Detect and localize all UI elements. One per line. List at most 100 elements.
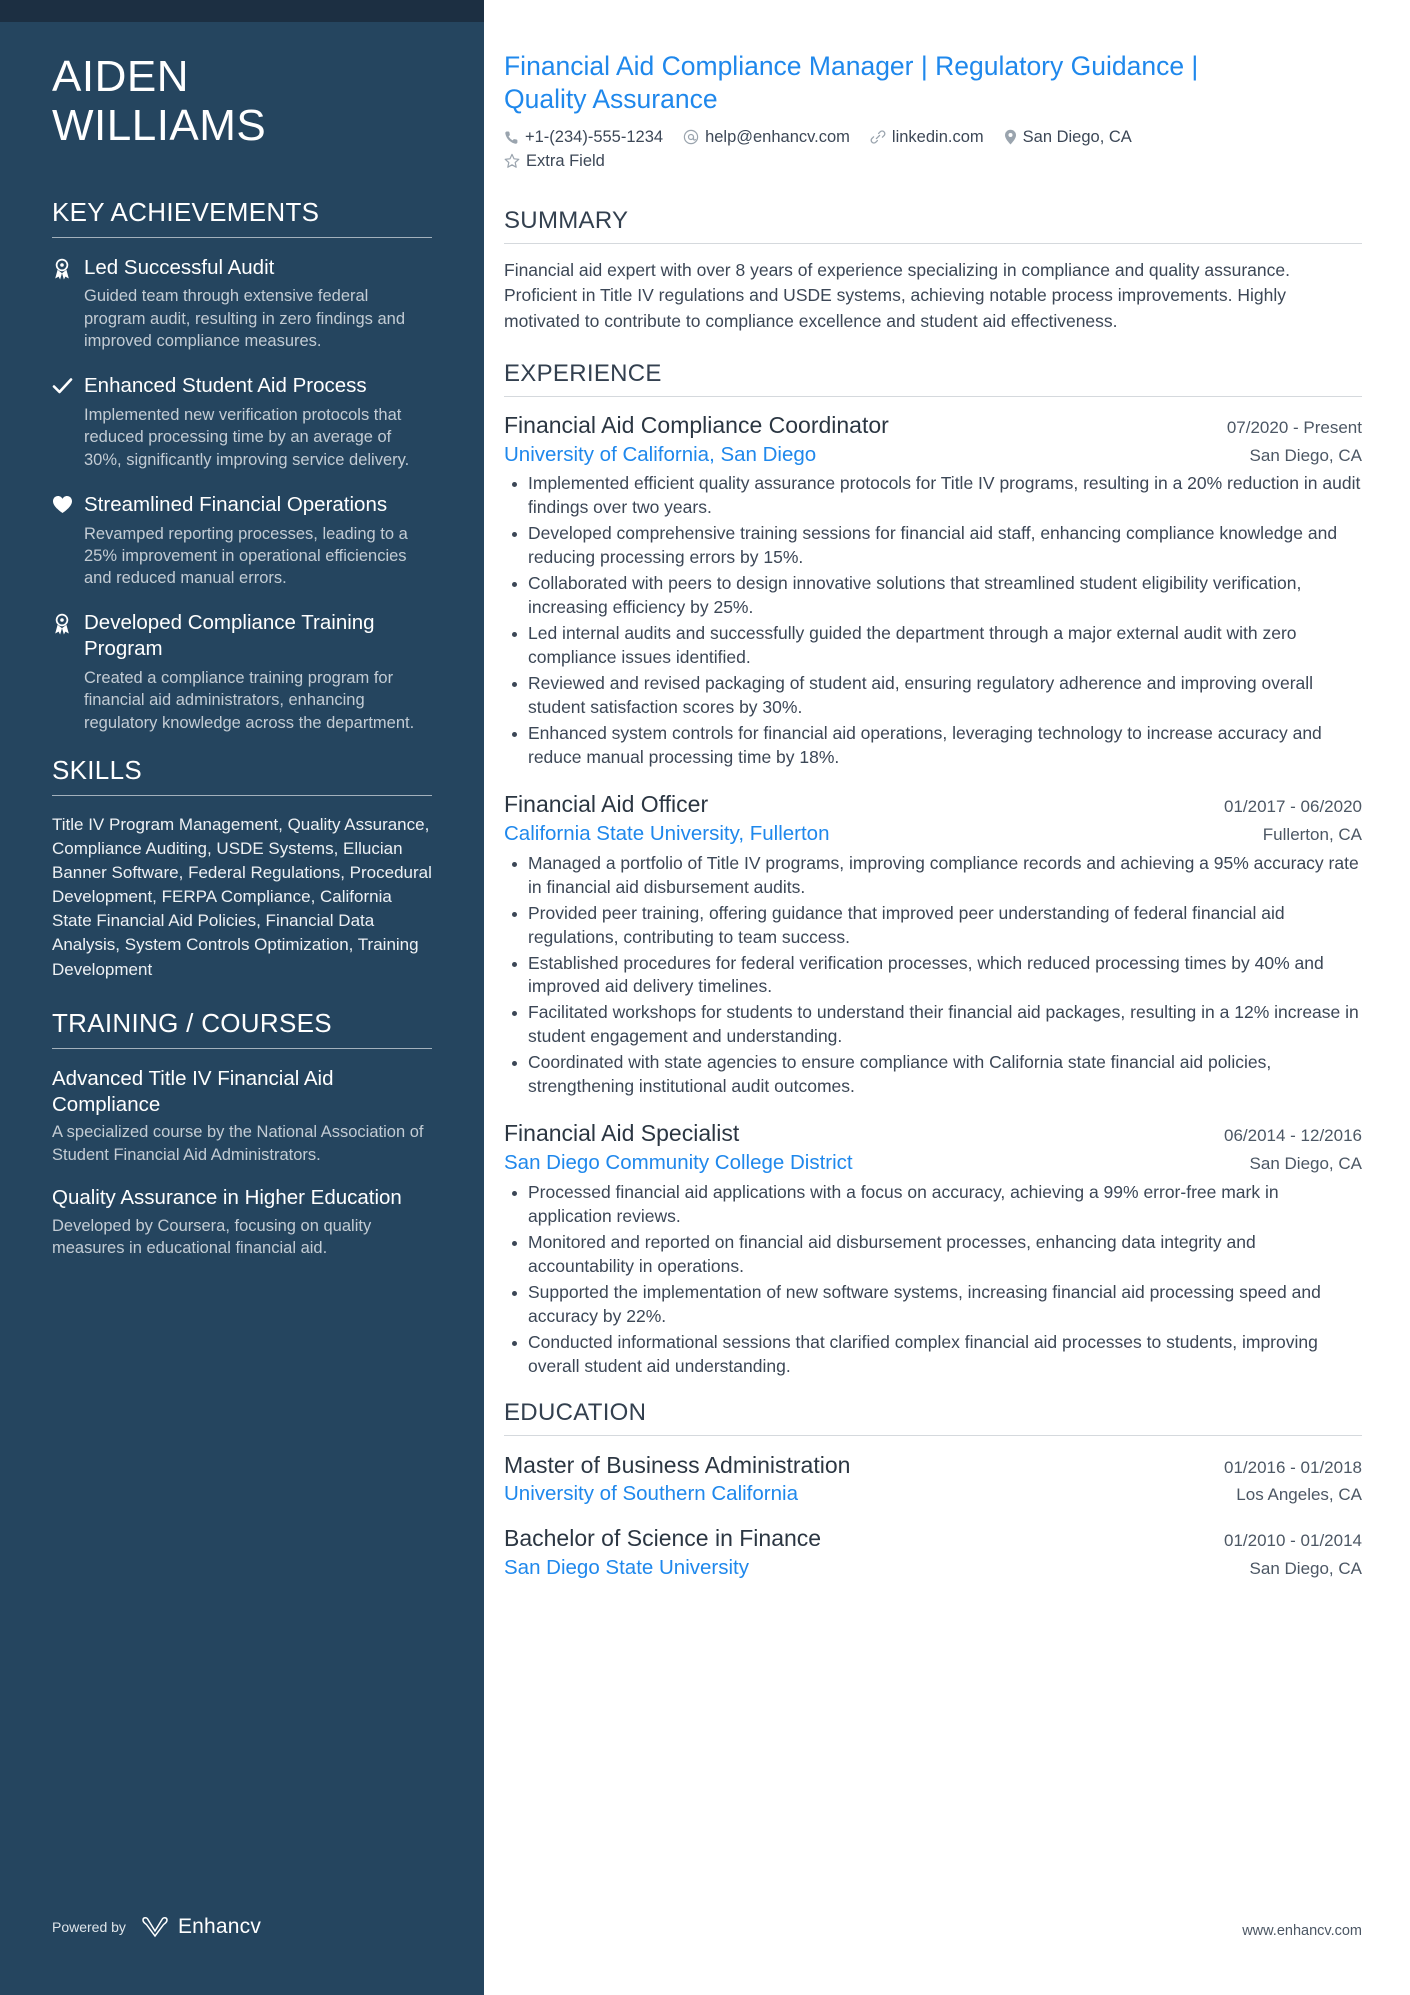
summary-heading: SUMMARY: [504, 206, 629, 234]
skills-list: Title IV Program Management, Quality Ass…: [52, 814, 432, 979]
divider: [504, 1434, 1362, 1436]
award-ribbon-icon: [52, 255, 84, 353]
summary-section: SUMMARY Financial aid expert with over 8…: [504, 207, 1362, 334]
course-description: A specialized course by the National Ass…: [52, 1123, 424, 1164]
sidebar-top-bar: [0, 0, 484, 22]
education-heading: EDUCATION: [504, 1398, 647, 1426]
job-title: Financial Aid Officer: [504, 791, 709, 818]
job-bullet: Implemented efficient quality assurance …: [504, 472, 1362, 520]
job-title: Financial Aid Compliance Coordinator: [504, 411, 889, 438]
achievement-item: Streamlined Financial Operations Revampe…: [52, 492, 432, 590]
summary-text: Financial aid expert with over 8 years o…: [504, 259, 1290, 331]
job-bullet: Conducted informational sessions that cl…: [504, 1331, 1362, 1379]
job-bullet: Collaborated with peers to design innova…: [504, 572, 1362, 620]
job-bullet: Facilitated workshops for students to un…: [504, 1001, 1362, 1049]
job-location: Fullerton, CA: [1262, 824, 1362, 844]
contact-location[interactable]: San Diego, CA: [1004, 128, 1132, 147]
education-date: 01/2016 - 01/2018: [1223, 1457, 1362, 1477]
contact-linkedin[interactable]: linkedin.com: [870, 128, 984, 147]
education-school[interactable]: San Diego State University: [504, 1554, 749, 1583]
divider: [504, 242, 1362, 244]
contact-email[interactable]: help@enhancv.com: [683, 128, 850, 147]
job-company[interactable]: California State University, Fullerton: [504, 820, 829, 848]
job-bullet: Supported the implementation of new soft…: [504, 1281, 1362, 1329]
achievement-title: Developed Compliance Training Program: [84, 611, 375, 661]
contact-phone[interactable]: +1-(234)-555-1234: [504, 128, 663, 147]
divider: [52, 236, 432, 238]
job-bullet: Processed financial aid applications wit…: [504, 1181, 1362, 1229]
course-item: Advanced Title IV Financial Aid Complian…: [52, 1066, 432, 1166]
enhancv-wordmark: Enhancv: [177, 1915, 262, 1938]
achievement-description: Revamped reporting processes, leading to…: [84, 524, 408, 588]
job-bullets: Implemented efficient quality assurance …: [504, 472, 1362, 770]
job-bullet: Developed comprehensive training session…: [504, 522, 1362, 570]
course-title: Quality Assurance in Higher Education: [52, 1185, 402, 1209]
achievement-item: Enhanced Student Aid Process Implemented…: [52, 373, 432, 471]
job-date: 06/2014 - 12/2016: [1223, 1126, 1362, 1146]
job-bullets: Managed a portfolio of Title IV programs…: [504, 852, 1362, 1100]
star-icon: [504, 153, 520, 169]
job-bullet: Monitored and reported on financial aid …: [504, 1231, 1362, 1279]
sidebar-footer: Powered by Enhancv: [52, 1915, 261, 1939]
divider: [504, 395, 1362, 397]
job-bullets: Processed financial aid applications wit…: [504, 1181, 1362, 1379]
contact-email-text: help@enhancv.com: [705, 127, 850, 146]
experience-heading: EXPERIENCE: [504, 359, 662, 387]
last-name: WILLIAMS: [52, 101, 267, 151]
job-title: Financial Aid Specialist: [504, 1120, 740, 1147]
education-location: San Diego, CA: [1249, 1558, 1362, 1578]
candidate-name: AIDEN WILLIAMS: [52, 0, 432, 151]
job-company[interactable]: San Diego Community College District: [504, 1149, 853, 1177]
contact-phone-text: +1-(234)-555-1234: [525, 127, 664, 146]
achievement-item: Developed Compliance Training Program Cr…: [52, 610, 432, 733]
footer-url[interactable]: www.enhancv.com: [1242, 1923, 1362, 1939]
job-bullet: Provided peer training, offering guidanc…: [504, 902, 1362, 950]
job-date: 07/2020 - Present: [1226, 417, 1362, 437]
skills-heading: SKILLS: [52, 754, 142, 785]
link-icon: [870, 129, 886, 145]
enhancv-mark-icon: [142, 1917, 168, 1938]
headline: Financial Aid Compliance Manager | Regul…: [504, 51, 1199, 115]
course-item: Quality Assurance in Higher Education De…: [52, 1185, 432, 1259]
sidebar: AIDEN WILLIAMS KEY ACHIEVEMENTS Led Succ…: [0, 0, 484, 1995]
experience-item: Financial Aid Compliance Coordinator 07/…: [504, 411, 1362, 770]
job-bullet: Reviewed and revised packaging of studen…: [504, 672, 1362, 720]
resume-page: AIDEN WILLIAMS KEY ACHIEVEMENTS Led Succ…: [0, 0, 1410, 1995]
education-degree: Master of Business Administration: [504, 1451, 851, 1478]
achievement-description: Created a compliance training program fo…: [84, 669, 415, 732]
job-bullet: Enhanced system controls for financial a…: [504, 722, 1362, 770]
key-achievements-section: KEY ACHIEVEMENTS Led Successful Audit Gu…: [52, 197, 432, 734]
job-bullet: Coordinated with state agencies to ensur…: [504, 1051, 1362, 1099]
divider: [52, 1047, 432, 1049]
job-date: 01/2017 - 06/2020: [1223, 797, 1362, 817]
training-courses-section: TRAINING / COURSES Advanced Title IV Fin…: [52, 1008, 432, 1260]
achievement-description: Implemented new verification protocols t…: [84, 405, 410, 469]
education-degree: Bachelor of Science in Finance: [504, 1525, 822, 1552]
education-location: Los Angeles, CA: [1236, 1485, 1362, 1505]
education-school[interactable]: University of Southern California: [504, 1480, 798, 1509]
education-date: 01/2010 - 01/2014: [1223, 1531, 1362, 1551]
heart-icon: [52, 492, 84, 590]
award-ribbon-icon: [52, 610, 84, 733]
location-pin-icon: [1004, 129, 1017, 145]
training-courses-heading: TRAINING / COURSES: [52, 1007, 332, 1038]
job-company[interactable]: University of California, San Diego: [504, 441, 816, 469]
check-icon: [52, 373, 84, 471]
job-bullet: Managed a portfolio of Title IV programs…: [504, 852, 1362, 900]
at-email-icon: [683, 129, 699, 145]
job-location: San Diego, CA: [1249, 445, 1362, 465]
education-item: Bachelor of Science in Finance 01/2010 -…: [504, 1523, 1362, 1583]
achievement-title: Streamlined Financial Operations: [84, 492, 388, 516]
achievement-description: Guided team through extensive federal pr…: [84, 287, 406, 350]
achievement-title: Enhanced Student Aid Process: [84, 374, 367, 398]
skills-section: SKILLS Title IV Program Management, Qual…: [52, 755, 432, 982]
enhancv-logo: Enhancv: [140, 1915, 261, 1939]
contact-extra-field[interactable]: Extra Field: [504, 152, 605, 171]
education-item: Master of Business Administration 01/201…: [504, 1450, 1362, 1510]
contact-extra-field-text: Extra Field: [526, 151, 605, 170]
contact-linkedin-text: linkedin.com: [891, 127, 984, 146]
powered-by-label: Powered by: [52, 1919, 126, 1935]
course-title: Advanced Title IV Financial Aid Complian…: [52, 1066, 334, 1116]
job-location: San Diego, CA: [1249, 1154, 1362, 1174]
key-achievements-heading: KEY ACHIEVEMENTS: [52, 196, 320, 227]
